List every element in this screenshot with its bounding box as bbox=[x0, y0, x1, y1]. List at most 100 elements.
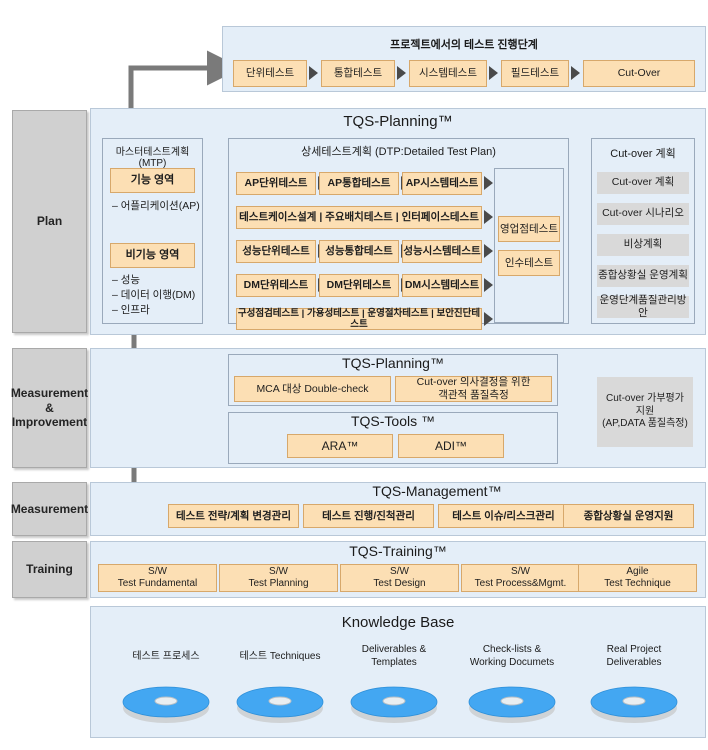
disc-icon bbox=[350, 686, 438, 723]
top-flow-step-2[interactable]: 시스템테스트 bbox=[409, 60, 487, 87]
mi-outcome-label: Cut-over 가부평가 지원 (AP,DATA 품질측정) bbox=[602, 393, 688, 430]
row-label-plan-text: Plan bbox=[36, 214, 63, 229]
row-label-training: Training bbox=[12, 541, 87, 598]
cutover-item-0[interactable]: Cut-over 계획 bbox=[597, 172, 689, 194]
mtp-functional-box[interactable]: 기능 영역 bbox=[110, 168, 195, 193]
mi-outcome-box: Cut-over 가부평가 지원 (AP,DATA 품질측정) bbox=[597, 377, 693, 447]
dtp-arrow-r1-0 bbox=[484, 210, 493, 224]
training-box-2-label: S/W Test Design bbox=[373, 566, 426, 589]
mtp-functional-label: 기능 영역 bbox=[130, 173, 175, 186]
dtp-right-box-1[interactable]: 인수테스트 bbox=[498, 250, 560, 276]
dtp-r2-c1-label: 성능통합테스트 bbox=[325, 245, 393, 258]
row-label-measurement: Measurement bbox=[11, 482, 88, 536]
training-box-3[interactable]: S/W Test Process&Mgmt. bbox=[461, 564, 580, 592]
top-flow-step-3-label: 필드테스트 bbox=[510, 67, 560, 80]
dtp-arrow-r2-2 bbox=[484, 244, 493, 258]
dtp-r2-c0[interactable]: 성능단위테스트 bbox=[236, 240, 316, 263]
mtp-nonfunctional-box[interactable]: 비기능 영역 bbox=[110, 243, 195, 268]
mi-planning-box-0-label: MCA 대상 Double-check bbox=[256, 382, 369, 395]
top-flow-step-3[interactable]: 필드테스트 bbox=[501, 60, 569, 87]
mtp-functional-items: – 어플리케이션(AP) bbox=[112, 200, 200, 212]
dtp-r0-c2-label: AP시스템테스트 bbox=[405, 177, 479, 190]
dtp-right-box-0[interactable]: 영업점테스트 bbox=[498, 216, 560, 242]
disc-icon bbox=[236, 686, 324, 723]
disc-icon bbox=[590, 686, 678, 723]
dtp-r3-c2[interactable]: DM시스템테스트 bbox=[402, 274, 482, 297]
disc-icon bbox=[468, 686, 556, 723]
management-title: TQS-Management™ bbox=[372, 483, 502, 499]
dtp-r3-c2-label: DM시스템테스트 bbox=[404, 279, 480, 292]
mi-tools-box-1[interactable]: ADI™ bbox=[398, 434, 504, 458]
dtp-r3-c1-label: DM단위테스트 bbox=[326, 279, 392, 292]
dtp-arrow-r4-0 bbox=[484, 312, 493, 326]
plan-title: TQS-Planning™ bbox=[343, 113, 453, 130]
cutover-item-0-label: Cut-over 계획 bbox=[611, 176, 675, 189]
dtp-r3-c0-label: DM단위테스트 bbox=[243, 279, 309, 292]
training-box-1-label: S/W Test Planning bbox=[248, 566, 309, 589]
dtp-right-box-0-label: 영업점테스트 bbox=[500, 222, 558, 235]
training-box-3-label: S/W Test Process&Mgmt. bbox=[474, 566, 567, 589]
management-box-0-label: 테스트 전략/계획 변경관리 bbox=[175, 509, 291, 522]
management-box-2[interactable]: 테스트 이슈/리스크관리 bbox=[438, 504, 569, 528]
top-flow-step-2-label: 시스템테스트 bbox=[419, 67, 477, 80]
management-box-3[interactable]: 종합상황실 운영지원 bbox=[563, 504, 694, 528]
cutover-item-4[interactable]: 운영단계품질관리방안 bbox=[597, 294, 689, 319]
dtp-r3-c0[interactable]: DM단위테스트 bbox=[236, 274, 316, 297]
dtp-r2-c2-label: 성능시스템테스트 bbox=[403, 245, 481, 258]
training-box-0-label: S/W Test Fundamental bbox=[117, 566, 198, 589]
top-flow-title: 프로젝트에서의 테스트 진행단계 bbox=[390, 39, 538, 51]
top-flow-arrow-0 bbox=[309, 66, 318, 80]
training-box-0[interactable]: S/W Test Fundamental bbox=[98, 564, 217, 592]
dtp-r0-c1[interactable]: AP통합테스트 bbox=[319, 172, 399, 195]
management-box-2-label: 테스트 이슈/리스크관리 bbox=[452, 509, 555, 522]
top-flow-step-4-label: Cut-Over bbox=[617, 67, 661, 80]
kb-item-3-label: Check-lists & Working Documets bbox=[469, 644, 555, 668]
dtp-r4-c0-label: 구성점검테스트 | 가용성테스트 | 운영절차테스트 | 보안진단테스트 bbox=[237, 307, 481, 330]
dtp-r2-c1[interactable]: 성능통합테스트 bbox=[319, 240, 399, 263]
top-flow-step-1[interactable]: 통합테스트 bbox=[321, 60, 395, 87]
training-box-2[interactable]: S/W Test Design bbox=[340, 564, 459, 592]
dtp-right-panel bbox=[494, 168, 564, 323]
dtp-r0-c0-label: AP단위테스트 bbox=[244, 177, 308, 190]
management-box-1[interactable]: 테스트 진행/진척관리 bbox=[303, 504, 434, 528]
row-label-training-text: Training bbox=[26, 562, 73, 577]
row-label-plan: Plan bbox=[12, 110, 87, 333]
kb-item-0-label: 테스트 프로세스 bbox=[132, 651, 200, 662]
top-flow-arrow-1 bbox=[397, 66, 406, 80]
cutover-item-1-label: Cut-over 시나리오 bbox=[602, 207, 684, 220]
kb-item-2-label: Deliverables & Templates bbox=[361, 644, 427, 668]
mi-planning-box-0[interactable]: MCA 대상 Double-check bbox=[234, 376, 391, 402]
dtp-r4-c0[interactable]: 구성점검테스트 | 가용성테스트 | 운영절차테스트 | 보안진단테스트 bbox=[236, 308, 482, 330]
mi-planning-box-1[interactable]: Cut-over 의사결정을 위한 객관적 품질측정 bbox=[395, 376, 552, 402]
mi-tools-title: TQS-Tools ™ bbox=[350, 413, 435, 429]
training-box-1[interactable]: S/W Test Planning bbox=[219, 564, 338, 592]
diagram-root: 프로젝트에서의 테스트 진행단계 단위테스트 통합테스트 시스템테스트 필드테스… bbox=[0, 0, 708, 750]
dtp-right-box-1-label: 인수테스트 bbox=[504, 256, 554, 269]
mtp-nonfunctional-items: – 성능 – 데이터 이행(DM) – 인프라 bbox=[112, 274, 196, 317]
mi-planning-box-1-label: Cut-over 의사결정을 위한 객관적 품질측정 bbox=[416, 376, 531, 401]
mi-tools-box-0-label: ARA™ bbox=[321, 438, 359, 453]
dtp-r3-c1[interactable]: DM단위테스트 bbox=[319, 274, 399, 297]
dtp-arrow-r3-2 bbox=[484, 278, 493, 292]
management-box-1-label: 테스트 진행/진척관리 bbox=[322, 509, 415, 522]
top-flow-step-4[interactable]: Cut-Over bbox=[583, 60, 695, 87]
dtp-r2-c2[interactable]: 성능시스템테스트 bbox=[402, 240, 482, 263]
dtp-r1-c0[interactable]: 테스트케이스설계 | 주요배치테스트 | 인터페이스테스트 bbox=[236, 206, 482, 229]
dtp-r1-c0-label: 테스트케이스설계 | 주요배치테스트 | 인터페이스테스트 bbox=[239, 211, 479, 224]
cutover-title: Cut-over 계획 bbox=[610, 148, 676, 160]
cutover-item-1[interactable]: Cut-over 시나리오 bbox=[597, 203, 689, 225]
dtp-r0-c2[interactable]: AP시스템테스트 bbox=[402, 172, 482, 195]
management-box-3-label: 종합상황실 운영지원 bbox=[583, 509, 674, 522]
top-flow-step-0[interactable]: 단위테스트 bbox=[233, 60, 307, 87]
cutover-item-3[interactable]: 종합상황실 운영계획 bbox=[597, 265, 689, 287]
mi-tools-box-0[interactable]: ARA™ bbox=[287, 434, 393, 458]
training-box-4[interactable]: Agile Test Technique bbox=[578, 564, 697, 592]
mtp-title: 마스터테스트계획(MTP) bbox=[115, 147, 190, 169]
dtp-r0-c0[interactable]: AP단위테스트 bbox=[236, 172, 316, 195]
training-title: TQS-Training™ bbox=[349, 543, 447, 559]
dtp-r2-c0-label: 성능단위테스트 bbox=[242, 245, 310, 258]
cutover-item-2[interactable]: 비상계획 bbox=[597, 234, 689, 256]
row-label-measurement-improvement: Measurement & Improvement bbox=[11, 348, 88, 468]
management-box-0[interactable]: 테스트 전략/계획 변경관리 bbox=[168, 504, 299, 528]
disc-icon bbox=[122, 686, 210, 723]
